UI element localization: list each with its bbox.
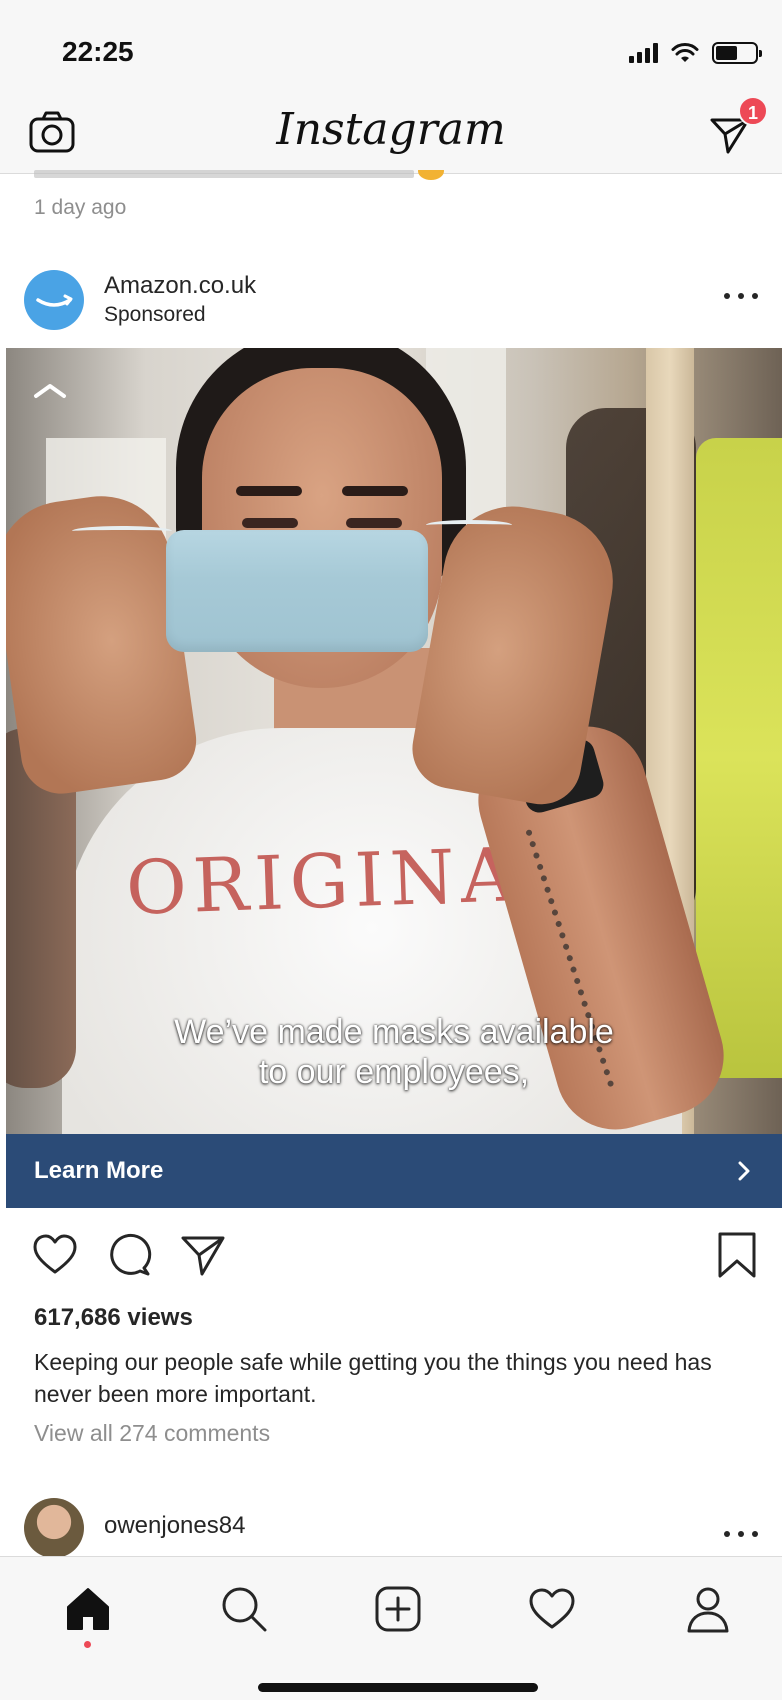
- status-time: 22:25: [62, 36, 134, 67]
- view-all-comments-link[interactable]: View all 274 comments: [34, 1420, 270, 1447]
- home-indicator[interactable]: [258, 1683, 538, 1692]
- previous-post-caption-remnant: [34, 170, 754, 182]
- profile-icon[interactable]: [682, 1583, 734, 1635]
- video-caption: We’ve made masks available to our employ…: [6, 1012, 782, 1092]
- video-caption-line: We’ve made masks available: [174, 1013, 614, 1051]
- next-post-options-button[interactable]: [724, 1524, 758, 1544]
- learn-more-button[interactable]: Learn More: [6, 1134, 782, 1208]
- status-bar: 22:25: [0, 0, 782, 100]
- emoji-icon: [418, 170, 444, 180]
- post-options-button[interactable]: [724, 286, 758, 306]
- avatar[interactable]: [24, 270, 84, 330]
- chevron-right-icon: [738, 1161, 750, 1181]
- previous-post-timestamp: 1 day ago: [34, 196, 127, 219]
- share-icon[interactable]: [178, 1230, 228, 1280]
- post-username[interactable]: Amazon.co.uk: [104, 272, 256, 300]
- home-icon[interactable]: [62, 1583, 114, 1635]
- chevron-up-icon[interactable]: [32, 378, 68, 402]
- heart-icon[interactable]: [30, 1230, 80, 1280]
- instagram-logo: Instagram: [276, 104, 506, 155]
- amazon-smile-icon: [36, 294, 73, 307]
- post-header: Amazon.co.uk Sponsored: [0, 258, 782, 338]
- signal-icon: [629, 43, 658, 63]
- home-activity-dot: [84, 1641, 91, 1648]
- notification-badge: 1: [738, 96, 768, 126]
- post-caption: Keeping our people safe while getting yo…: [34, 1349, 712, 1407]
- comment-icon[interactable]: [104, 1230, 154, 1280]
- face-mask: [166, 530, 428, 652]
- app-header: Instagram 1: [0, 96, 782, 174]
- next-post-username[interactable]: owenjones84: [104, 1512, 245, 1540]
- wifi-icon: [671, 43, 699, 62]
- battery-icon: [712, 42, 762, 64]
- bookmark-icon[interactable]: [712, 1230, 762, 1280]
- view-count[interactable]: 617,686 views: [34, 1304, 193, 1332]
- bottom-navigation: [0, 1556, 782, 1700]
- post-actions: [0, 1230, 782, 1286]
- search-icon[interactable]: [218, 1583, 270, 1635]
- post-media[interactable]: ORIGINAL We’ve made masks available to o…: [6, 348, 782, 1134]
- new-post-icon[interactable]: [372, 1583, 424, 1635]
- avatar[interactable]: [24, 1498, 84, 1558]
- status-icons: [629, 38, 762, 68]
- activity-heart-icon[interactable]: [526, 1583, 578, 1635]
- next-post-header: owenjones84: [0, 1490, 782, 1560]
- learn-more-label: Learn More: [34, 1157, 164, 1184]
- sponsored-label: Sponsored: [104, 303, 206, 326]
- direct-message-button[interactable]: 1: [706, 96, 768, 158]
- video-caption-line: to our employees,: [258, 1053, 530, 1091]
